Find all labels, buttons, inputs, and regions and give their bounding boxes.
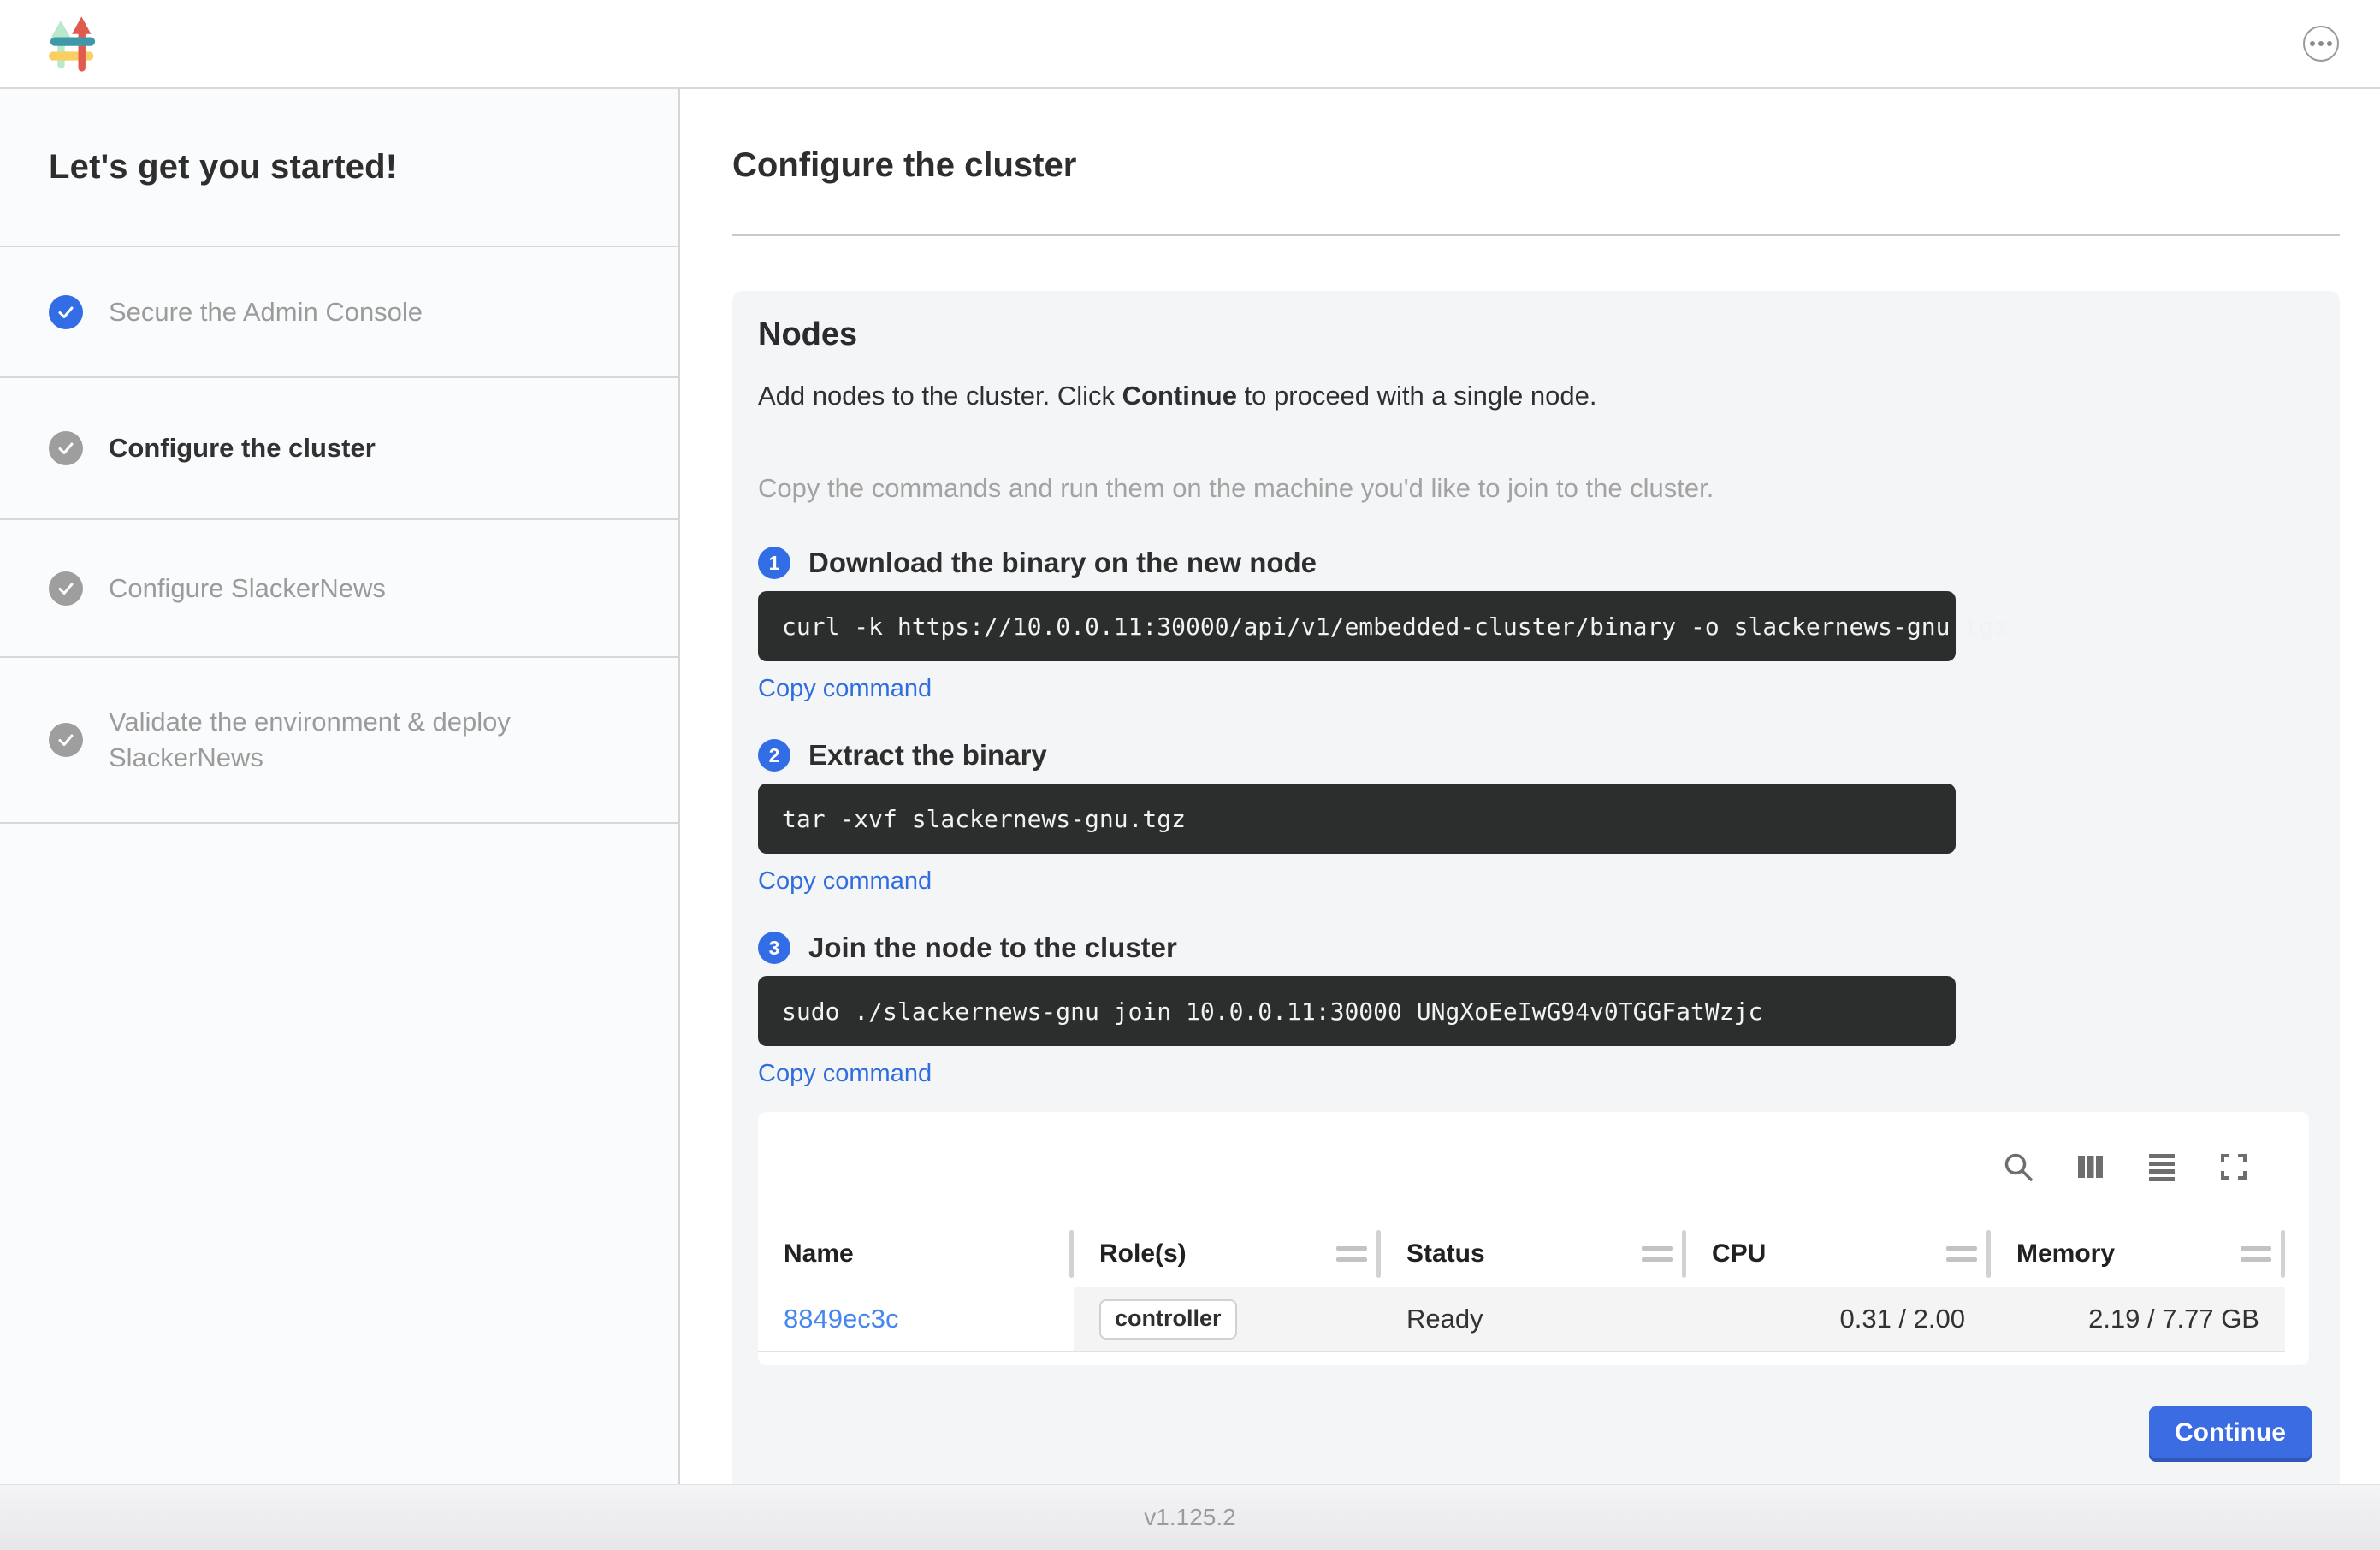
sidebar-item-validate-deploy[interactable]: Validate the environment & deploy Slacke… <box>0 658 678 824</box>
version-label: v1.125.2 <box>1144 1504 1235 1531</box>
sidebar-item-label: Secure the Admin Console <box>109 294 423 330</box>
step-2-copy-command-link[interactable]: Copy command <box>758 867 932 896</box>
column-header-status[interactable]: Status <box>1381 1221 1686 1287</box>
command-step-2-header: 2 Extract the binary <box>758 739 2312 772</box>
density-icon[interactable] <box>2145 1150 2179 1184</box>
continue-button[interactable]: Continue <box>2149 1406 2312 1458</box>
node-memory-cell: 2.19 / 7.77 GB <box>1991 1287 2285 1351</box>
step-3-command-block: sudo ./slackernews-gnu join 10.0.0.11:30… <box>758 976 1956 1046</box>
step-1-title: Download the binary on the new node <box>808 547 1317 579</box>
node-status-cell: Ready <box>1381 1287 1686 1351</box>
sidebar-title-row: Let's get you started! <box>0 89 678 247</box>
column-header-memory[interactable]: Memory <box>1991 1221 2285 1287</box>
role-badge: controller <box>1099 1299 1237 1340</box>
step-1-command-block: curl -k https://10.0.0.11:30000/api/v1/e… <box>758 591 1956 661</box>
sidebar-item-configure-slackernews[interactable]: Configure SlackerNews <box>0 520 678 658</box>
sidebar-title: Let's get you started! <box>49 148 397 186</box>
check-circle-icon <box>49 295 83 329</box>
fullscreen-icon[interactable] <box>2217 1150 2251 1184</box>
column-separator[interactable] <box>2281 1230 2285 1278</box>
slackernews-logo-icon <box>49 15 97 72</box>
card-actions: Continue <box>758 1406 2312 1458</box>
column-header-name[interactable]: Name <box>758 1221 1074 1287</box>
columns-icon[interactable] <box>2073 1150 2107 1184</box>
nodes-card-title: Nodes <box>758 317 2312 353</box>
node-roles-cell: controller <box>1074 1287 1381 1351</box>
step-3-title: Join the node to the cluster <box>808 932 1177 964</box>
column-header-cpu[interactable]: CPU <box>1686 1221 1991 1287</box>
step-1-command-text: curl -k https://10.0.0.11:30000/api/v1/e… <box>782 612 2008 641</box>
step-2-title: Extract the binary <box>808 739 1047 772</box>
check-circle-icon <box>49 723 83 757</box>
column-menu-icon[interactable] <box>1336 1246 1367 1262</box>
sidebar-item-label: Validate the environment & deploy Slacke… <box>109 704 622 776</box>
ellipsis-icon <box>2310 41 2315 46</box>
continue-emphasis: Continue <box>1122 381 1237 411</box>
sidebar-item-configure-cluster[interactable]: Configure the cluster <box>0 378 678 520</box>
table-bottom-padding <box>758 1352 2285 1365</box>
copy-commands-hint: Copy the commands and run them on the ma… <box>758 470 2312 507</box>
column-menu-icon[interactable] <box>1946 1246 1977 1262</box>
footer: v1.125.2 <box>0 1484 2380 1550</box>
column-menu-icon[interactable] <box>2241 1246 2271 1262</box>
nodes-card: Nodes Add nodes to the cluster. Click Co… <box>732 291 2340 1491</box>
nodes-table: Name Role(s) Status <box>758 1112 2309 1365</box>
content-row: Let's get you started! Secure the Admin … <box>0 89 2380 1484</box>
command-step-1-header: 1 Download the binary on the new node <box>758 547 2312 579</box>
sidebar-item-secure-admin-console[interactable]: Secure the Admin Console <box>0 247 678 378</box>
page-title: Configure the cluster <box>732 146 2340 185</box>
step-3-command-text: sudo ./slackernews-gnu join 10.0.0.11:30… <box>782 997 1762 1026</box>
node-name-cell: 8849ec3c <box>758 1287 1074 1351</box>
setup-sidebar: Let's get you started! Secure the Admin … <box>0 89 680 1484</box>
title-divider <box>732 234 2340 236</box>
step-3-copy-command-link[interactable]: Copy command <box>758 1060 932 1088</box>
column-header-roles[interactable]: Role(s) <box>1074 1221 1381 1287</box>
column-menu-icon[interactable] <box>1642 1246 1673 1262</box>
sidebar-item-label: Configure SlackerNews <box>109 571 386 606</box>
table-toolbar <box>758 1112 2285 1221</box>
check-circle-icon <box>49 571 83 606</box>
page: Let's get you started! Secure the Admin … <box>0 0 2380 1550</box>
check-circle-icon <box>49 431 83 465</box>
step-2-number-badge: 2 <box>758 739 790 772</box>
table-row: 8849ec3c controller Ready 0.31 / 2.00 2.… <box>758 1287 2285 1352</box>
step-3-number-badge: 3 <box>758 932 790 964</box>
sidebar-item-label: Configure the cluster <box>109 430 376 466</box>
step-1-copy-command-link[interactable]: Copy command <box>758 675 932 703</box>
step-1-number-badge: 1 <box>758 547 790 579</box>
main-panel: Configure the cluster Nodes Add nodes to… <box>680 89 2380 1484</box>
search-icon[interactable] <box>2001 1150 2035 1184</box>
node-cpu-cell: 0.31 / 2.00 <box>1686 1287 1991 1351</box>
top-navbar <box>0 0 2380 89</box>
nodes-intro-text: Add nodes to the cluster. Click Continue… <box>758 377 2312 415</box>
command-step-3-header: 3 Join the node to the cluster <box>758 932 2312 964</box>
more-menu-button[interactable] <box>2303 26 2339 62</box>
step-2-command-text: tar -xvf slackernews-gnu.tgz <box>782 805 1186 833</box>
node-name-link[interactable]: 8849ec3c <box>784 1304 898 1334</box>
table-header-row: Name Role(s) Status <box>758 1221 2285 1287</box>
step-2-command-block: tar -xvf slackernews-gnu.tgz <box>758 784 1956 854</box>
